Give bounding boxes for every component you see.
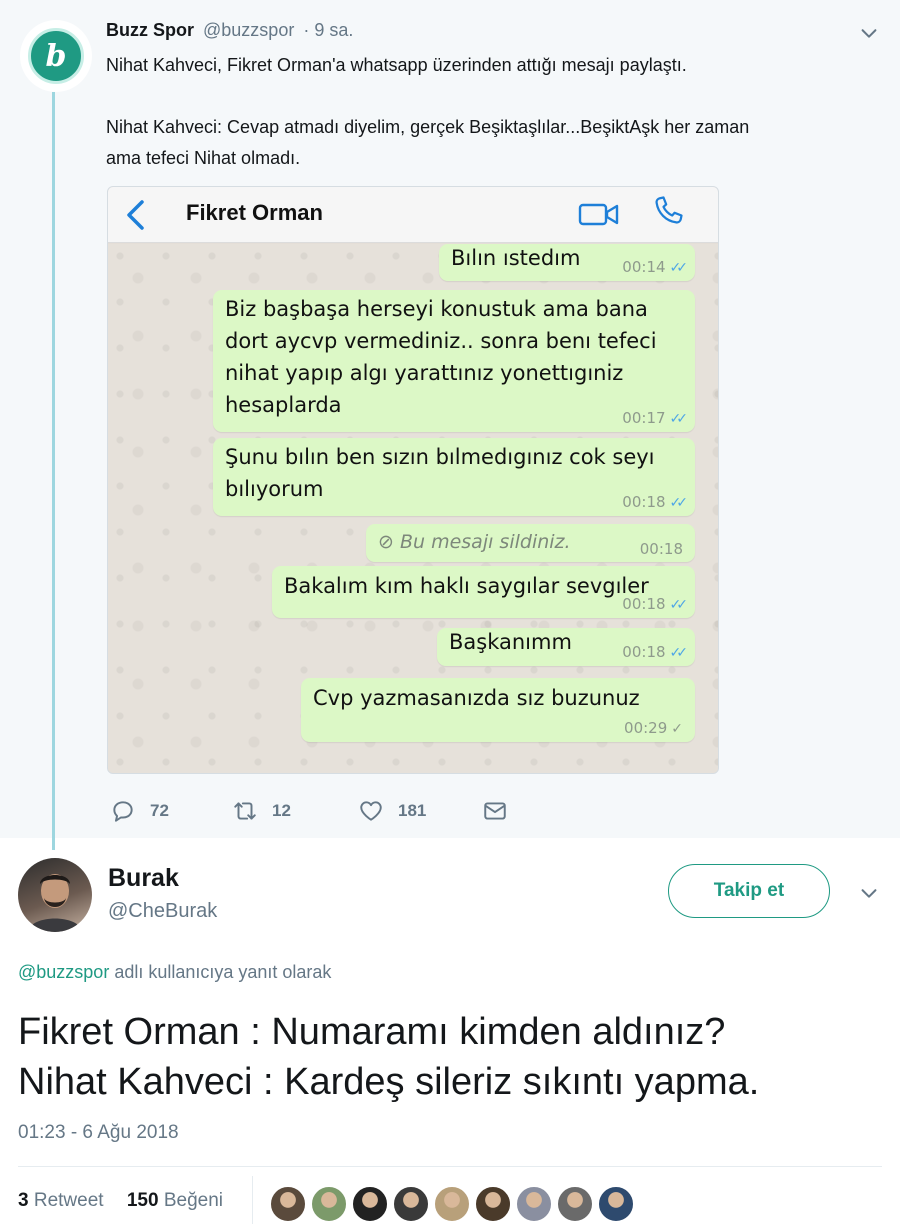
- message-time: 00:17 ✓✓: [622, 409, 689, 427]
- message-time: 00:18 ✓✓: [622, 595, 689, 613]
- parent-tweet-actions: 72 12 181: [110, 796, 530, 826]
- read-ticks-icon: ✓✓: [669, 411, 689, 427]
- chevron-down-icon[interactable]: [858, 22, 880, 44]
- retweet-count: 12: [272, 801, 291, 820]
- parent-author-handle[interactable]: @buzzspor: [203, 20, 294, 40]
- retweet-count[interactable]: 3: [18, 1190, 29, 1211]
- tweet-stats: 3 Retweet 150 Beğeni: [18, 1190, 223, 1212]
- parent-tweet-text-line: Nihat Kahveci: Cevap atmadı diyelim, ger…: [106, 117, 750, 137]
- message-time: 00:14 ✓✓: [622, 258, 689, 276]
- chevron-down-icon[interactable]: [858, 882, 880, 904]
- parent-author-name[interactable]: Buzz Spor: [106, 20, 194, 40]
- liker-avatar[interactable]: [557, 1186, 593, 1222]
- reply-context-text: adlı kullanıcıya yanıt olarak: [109, 962, 332, 982]
- message-text: dort aycvp vermediniz.. sonra benı tefec…: [225, 329, 657, 353]
- reply-icon: [113, 801, 133, 822]
- message-text: bılıyorum: [225, 477, 324, 501]
- follow-button[interactable]: Takip et: [668, 864, 830, 918]
- message-text: Şunu bılın ben sızın bılmedıgınız cok se…: [225, 445, 655, 469]
- message-text: Bakalım kım haklı saygılar sevgıler: [284, 574, 649, 598]
- message-text: Biz başbaşa herseyi konustuk ama bana: [225, 297, 648, 321]
- liker-avatar[interactable]: [270, 1186, 306, 1222]
- message-bubble-deleted: ⊘ Bu mesajı sildiniz. 00:18: [366, 524, 695, 562]
- message-time: 00:18 ✓✓: [622, 493, 689, 511]
- envelope-icon: [484, 802, 506, 820]
- tweet-timestamp[interactable]: 01:23 - 6 Ağu 2018: [18, 1122, 179, 1144]
- back-arrow-icon: [127, 200, 144, 230]
- message-bubble: Şunu bılın ben sızın bılmedıgınız cok se…: [213, 438, 695, 516]
- message-time: 00:18 ✓✓: [622, 643, 689, 661]
- like-count[interactable]: 150: [127, 1190, 159, 1211]
- message-text: Başkanımm: [449, 630, 572, 654]
- like-count: 181: [398, 801, 427, 820]
- mention-link[interactable]: @buzzspor: [18, 962, 109, 982]
- whatsapp-chat-header: Fikret Orman: [108, 187, 718, 243]
- parent-tweet-text-line: Nihat Kahveci, Fikret Orman'a whatsapp ü…: [106, 55, 687, 75]
- divider: [18, 1166, 882, 1167]
- whatsapp-contact-name: Fikret Orman: [186, 200, 323, 225]
- divider: [252, 1176, 253, 1224]
- liker-avatar[interactable]: [311, 1186, 347, 1222]
- whatsapp-chat-area: Bılın ıstedım 00:14 ✓✓ Biz başbaşa hersey…: [108, 244, 718, 773]
- liker-avatar[interactable]: [475, 1186, 511, 1222]
- message-text: ⊘ Bu mesajı sildiniz.: [378, 531, 571, 553]
- reply-action[interactable]: 72: [110, 796, 169, 826]
- video-call-icon: [578, 203, 619, 226]
- message-bubble: Bakalım kım haklı saygılar sevgıler 00:1…: [272, 566, 695, 618]
- reply-tweet-text-line: Fikret Orman : Numaramı kimden aldınız?: [18, 1011, 726, 1053]
- message-bubble: Başkanımm 00:18 ✓✓: [437, 628, 695, 666]
- liker-avatar[interactable]: [393, 1186, 429, 1222]
- read-ticks-icon: ✓✓: [669, 495, 689, 511]
- reply-author-handle[interactable]: @CheBurak: [108, 900, 217, 923]
- liker-avatar[interactable]: [598, 1186, 634, 1222]
- retweet-icon: [234, 802, 256, 820]
- reply-author-name[interactable]: Burak: [108, 864, 179, 893]
- retweet-label[interactable]: Retweet: [34, 1190, 104, 1211]
- message-bubble: Bılın ıstedım 00:14 ✓✓: [439, 244, 695, 281]
- read-ticks-icon: ✓✓: [669, 597, 689, 613]
- message-text: nihat yapıp algı yarattınız yonettıgıniz: [225, 361, 624, 385]
- phone-icon: [655, 196, 683, 224]
- thread-connector-line: [52, 92, 55, 850]
- message-text: Cvp yazmasanızda sız buzunuz: [313, 686, 640, 710]
- parent-tweet[interactable]: b Buzz Spor @buzzspor · 9 sa. Nihat Kahv…: [0, 0, 900, 850]
- reply-count: 72: [150, 801, 169, 820]
- parent-tweet-header: Buzz Spor @buzzspor · 9 sa.: [106, 20, 353, 41]
- retweet-action[interactable]: 12: [232, 796, 291, 826]
- parent-tweet-text-line: ama tefeci Nihat olmadı.: [106, 148, 301, 168]
- liker-avatar[interactable]: [516, 1186, 552, 1222]
- liker-avatar[interactable]: [434, 1186, 470, 1222]
- read-ticks-icon: ✓✓: [669, 645, 689, 661]
- direct-message-action[interactable]: [482, 796, 522, 826]
- liker-avatar[interactable]: [352, 1186, 388, 1222]
- reply-context: @buzzspor adlı kullanıcıya yanıt olarak: [18, 962, 331, 983]
- reply-tweet-text-line: Nihat Kahveci : Kardeş sileriz sıkıntı y…: [18, 1061, 760, 1103]
- like-action[interactable]: 181: [358, 796, 426, 826]
- message-time: 00:29 ✓: [624, 719, 683, 737]
- message-text: hesaplarda: [225, 393, 342, 417]
- sent-tick-icon: ✓: [671, 721, 683, 737]
- buzzspor-logo: b: [28, 28, 84, 84]
- buzzspor-avatar[interactable]: b: [20, 20, 92, 92]
- burak-avatar[interactable]: [18, 858, 92, 932]
- heart-icon: [360, 801, 382, 821]
- like-label[interactable]: Beğeni: [164, 1190, 223, 1211]
- whatsapp-screenshot-image[interactable]: Fikret Orman Bılın ıstedım 00:14 ✓✓ Biz b…: [107, 186, 719, 774]
- blocked-icon: ⊘: [378, 531, 400, 553]
- user-photo-icon: [28, 874, 82, 932]
- parent-time-ago[interactable]: · 9 sa.: [303, 20, 353, 40]
- message-bubble: Cvp yazmasanızda sız buzunuz 00:29 ✓: [301, 678, 695, 742]
- read-ticks-icon: ✓✓: [669, 260, 689, 276]
- message-bubble: Biz başbaşa herseyi konustuk ama bana do…: [213, 290, 695, 432]
- message-text: Bılın ıstedım: [451, 246, 581, 270]
- message-time: 00:18: [639, 540, 683, 558]
